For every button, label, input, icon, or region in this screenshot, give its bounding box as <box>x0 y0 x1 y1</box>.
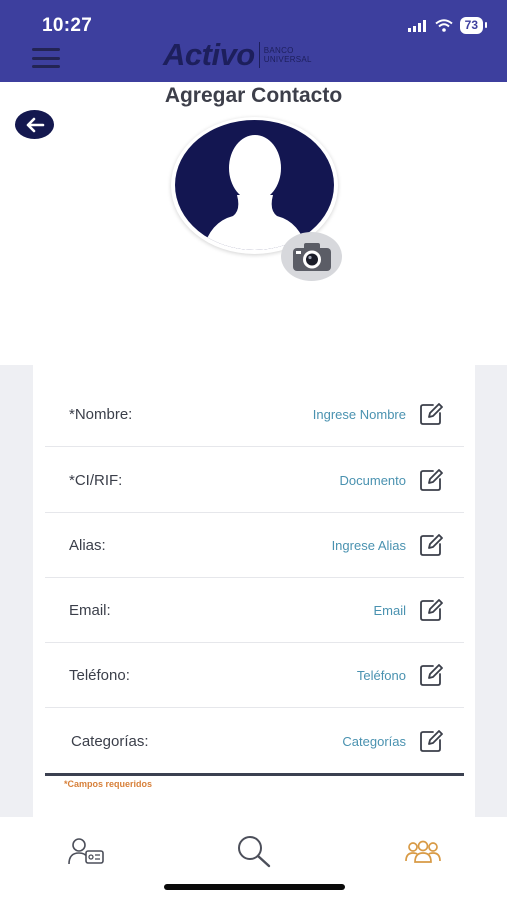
edit-icon[interactable] <box>418 401 444 427</box>
edit-icon[interactable] <box>418 532 444 558</box>
avatar-circle <box>175 120 334 250</box>
field-label: Alias: <box>69 536 106 554</box>
page-title: Agregar Contacto <box>164 84 343 107</box>
nav-contacts-card[interactable] <box>66 833 106 869</box>
user-silhouette-icon <box>203 135 307 250</box>
field-alias[interactable]: Alias: Ingrese Alias <box>45 513 464 578</box>
nav-contacts-group[interactable] <box>403 833 443 869</box>
ci-rif-input[interactable]: Documento <box>340 473 406 488</box>
edit-icon[interactable] <box>418 597 444 623</box>
brand-logo: Activo BANCO UNIVERSAL <box>163 37 324 73</box>
arrow-left-icon <box>26 117 44 132</box>
app-header: 10:27 73 Activo BANCO UNIVERSAL <box>0 0 507 82</box>
field-label: *CI/RIF: <box>69 471 123 489</box>
bottom-nav <box>0 817 507 900</box>
field-label: Teléfono: <box>69 666 130 684</box>
field-label: Email: <box>69 601 111 619</box>
edit-icon[interactable] <box>418 728 444 754</box>
field-nombre[interactable]: *Nombre: Ingrese Nombre <box>45 382 464 447</box>
field-telefono[interactable]: Teléfono: Teléfono <box>45 643 464 708</box>
field-label: *Nombre: <box>69 405 133 423</box>
field-email[interactable]: Email: Email <box>45 578 464 643</box>
logo-text: Activo <box>163 37 255 72</box>
field-categorias[interactable]: Categorías: Categorías <box>45 709 464 776</box>
email-input[interactable]: Email <box>373 603 406 618</box>
back-button[interactable] <box>15 110 54 139</box>
edit-icon[interactable] <box>418 467 444 493</box>
users-group-icon <box>405 840 441 863</box>
wifi-icon <box>435 19 453 32</box>
signal-icon <box>407 19 426 32</box>
edit-icon[interactable] <box>418 662 444 688</box>
telefono-input[interactable]: Teléfono <box>357 668 406 683</box>
field-label: Categorías: <box>71 732 149 750</box>
field-ci-rif[interactable]: *CI/RIF: Documento <box>45 448 464 513</box>
hamburger-menu-icon[interactable] <box>32 48 60 68</box>
nombre-input[interactable]: Ingrese Nombre <box>313 407 406 422</box>
nav-search[interactable] <box>234 833 274 869</box>
contact-card-icon <box>68 838 104 865</box>
home-indicator[interactable] <box>164 884 345 890</box>
categorias-input[interactable]: Categorías <box>342 734 406 749</box>
battery-icon: 73 <box>459 17 488 34</box>
change-photo-button[interactable] <box>281 232 342 281</box>
status-time: 10:27 <box>42 15 93 36</box>
status-icons: 73 <box>407 17 488 34</box>
camera-icon <box>292 242 331 271</box>
logo-subtext: BANCO UNIVERSAL <box>263 46 312 64</box>
search-icon <box>238 836 271 868</box>
required-fields-note: *Campos requeridos <box>64 779 153 789</box>
alias-input[interactable]: Ingrese Alias <box>332 538 406 553</box>
